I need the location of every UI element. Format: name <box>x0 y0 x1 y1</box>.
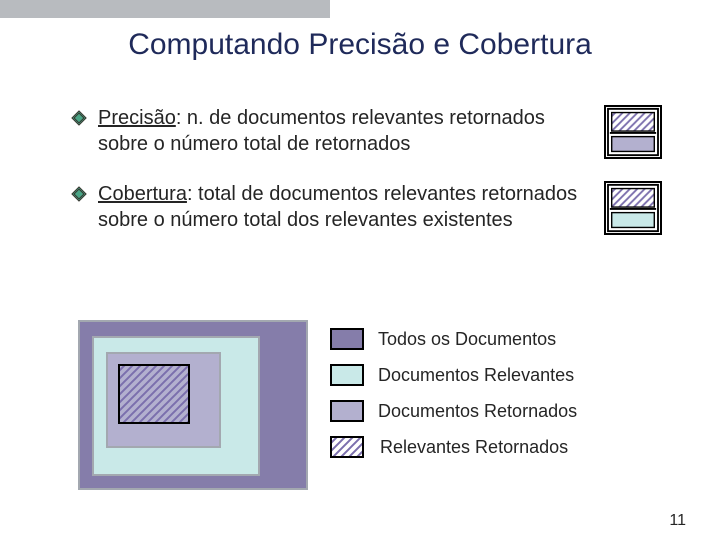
slide-title: Computando Precisão e Cobertura <box>0 28 720 62</box>
swatch-relevant-icon <box>330 364 364 386</box>
recall-text: Cobertura: total de documentos relevante… <box>98 181 586 233</box>
swatch-relret-icon <box>330 436 364 458</box>
page-number: 11 <box>669 512 686 530</box>
legend-label-relevant: Documentos Relevantes <box>378 365 574 386</box>
legend: Todos os Documentos Documentos Relevante… <box>330 328 577 458</box>
precision-term: Precisão <box>98 107 176 129</box>
diamond-bullet-icon <box>70 185 88 203</box>
diamond-bullet-icon <box>70 109 88 127</box>
legend-row-relevant: Documentos Relevantes <box>330 364 577 386</box>
precision-ratio-icon <box>604 105 662 159</box>
slide-body: Precisão: n. de documentos relevantes re… <box>70 105 662 257</box>
legend-label-all: Todos os Documentos <box>378 329 556 350</box>
precision-text: Precisão: n. de documentos relevantes re… <box>98 105 586 157</box>
swatch-all-icon <box>330 328 364 350</box>
recall-ratio-icon <box>604 181 662 235</box>
legend-label-returned: Documentos Retornados <box>378 401 577 422</box>
top-accent-bar <box>0 0 330 18</box>
legend-row-relret: Relevantes Retornados <box>330 436 577 458</box>
rect-relevant-returned <box>118 364 190 424</box>
bullet-precision: Precisão: n. de documentos relevantes re… <box>70 105 662 159</box>
bullet-recall: Cobertura: total de documentos relevante… <box>70 181 662 235</box>
legend-row-all: Todos os Documentos <box>330 328 577 350</box>
legend-label-relret: Relevantes Retornados <box>380 437 568 458</box>
recall-term: Cobertura <box>98 183 187 205</box>
swatch-returned-icon <box>330 400 364 422</box>
venn-rect-diagram <box>78 320 308 490</box>
legend-row-returned: Documentos Retornados <box>330 400 577 422</box>
